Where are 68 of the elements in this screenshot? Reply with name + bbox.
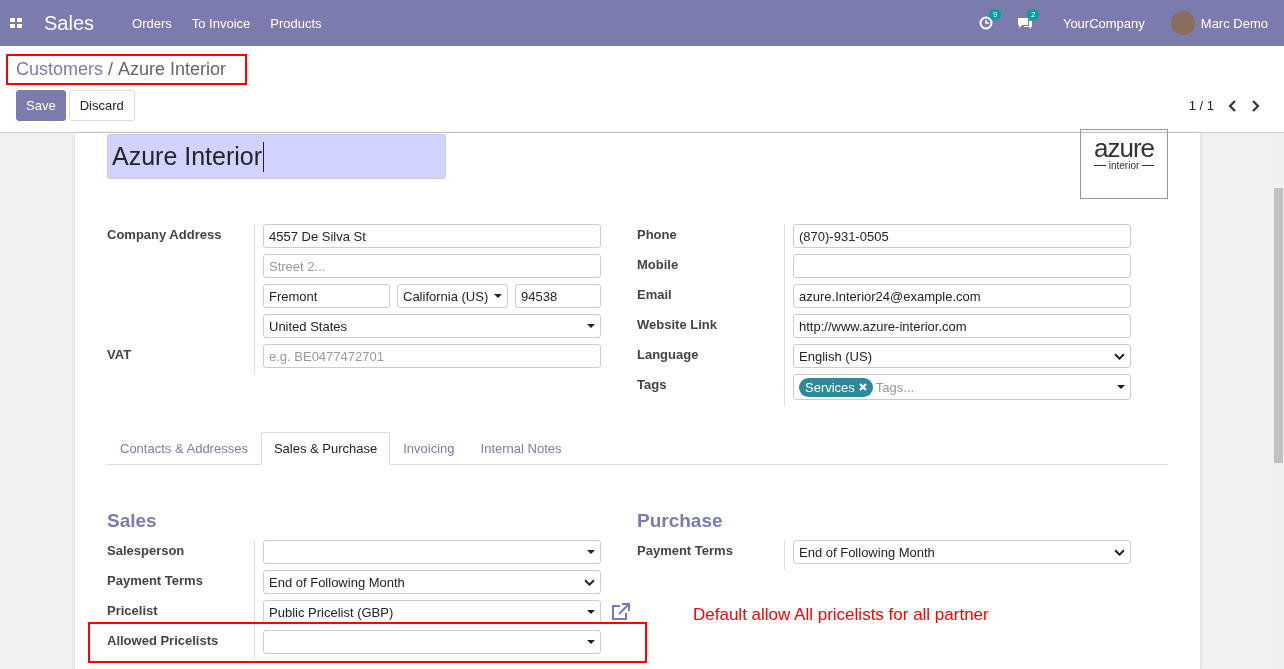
field-label: Email bbox=[637, 287, 672, 302]
chat-icon[interactable] bbox=[1016, 16, 1033, 30]
section-heading: Purchase bbox=[637, 510, 724, 532]
breadcrumb-separator: / bbox=[108, 59, 114, 80]
caret-icon bbox=[587, 640, 595, 644]
name-input-field[interactable]: Azure Interior bbox=[107, 134, 446, 179]
chevron-right-icon[interactable] bbox=[1251, 99, 1260, 112]
tab[interactable]: Contacts & Addresses bbox=[107, 432, 261, 465]
field-label: Website Link bbox=[637, 317, 717, 332]
discard-button[interactable]: Discard bbox=[68, 90, 135, 121]
field-label: Salesperson bbox=[107, 543, 185, 558]
clock-icon[interactable] bbox=[978, 16, 993, 30]
company-switcher[interactable]: YourCompany bbox=[1062, 15, 1145, 31]
text-input-field[interactable] bbox=[793, 254, 1131, 278]
field-label: Language bbox=[637, 347, 699, 362]
field-label: Mobile bbox=[637, 257, 679, 272]
caret-icon bbox=[494, 294, 502, 298]
field-label: Payment Terms bbox=[107, 573, 203, 588]
text-input-field[interactable]: (870)-931-0505 bbox=[793, 224, 1131, 248]
message-count-badge: 2 bbox=[1026, 9, 1040, 20]
field-label: Pricelist bbox=[107, 603, 158, 618]
breadcrumb-current: Azure Interior bbox=[118, 59, 227, 80]
text-input-field[interactable]: Fremont bbox=[263, 284, 390, 308]
tab[interactable]: Internal Notes bbox=[467, 432, 575, 465]
menu-item[interactable]: To Invoice bbox=[191, 15, 251, 31]
caret-icon bbox=[1117, 385, 1125, 389]
section-heading: Sales bbox=[107, 510, 158, 532]
field-label: Payment Terms bbox=[637, 543, 733, 558]
dropdown-field[interactable]: United States bbox=[263, 314, 601, 338]
remove-icon[interactable] bbox=[858, 383, 867, 391]
chevron-left-icon[interactable] bbox=[1228, 99, 1237, 112]
field-label: VAT bbox=[107, 347, 132, 362]
select-field[interactable]: End of Following Month bbox=[263, 570, 601, 594]
pager-counter: 1 / 1 bbox=[1188, 98, 1214, 113]
chevron-down-icon bbox=[1114, 548, 1125, 556]
dropdown-field[interactable] bbox=[263, 540, 601, 564]
text-input-field[interactable]: http://www.azure-interior.com bbox=[793, 314, 1131, 338]
dropdown-field[interactable]: California (US) bbox=[397, 284, 508, 308]
text-input-field[interactable]: azure.Interior24@example.com bbox=[793, 284, 1131, 308]
field-label: Company Address bbox=[107, 227, 222, 242]
company-logo: azure interior bbox=[1080, 129, 1168, 199]
dropdown-field[interactable] bbox=[263, 630, 601, 654]
chevron-down-icon bbox=[1114, 352, 1125, 360]
menu-item[interactable]: Products bbox=[270, 15, 322, 31]
text-input-field[interactable]: 4557 De Silva St bbox=[263, 224, 601, 248]
activity-count-badge: 9 bbox=[988, 9, 1002, 20]
chevron-down-icon bbox=[584, 578, 595, 586]
save-button[interactable]: Save bbox=[16, 90, 66, 121]
breadcrumb-link[interactable]: Customers bbox=[16, 59, 104, 80]
apps-menu-icon[interactable] bbox=[10, 17, 22, 29]
annotation-note: Default allow All pricelists for all partner bbox=[693, 605, 990, 625]
tab[interactable]: Invoicing bbox=[390, 432, 468, 465]
tab[interactable]: Sales & Purchase bbox=[260, 432, 391, 465]
select-field[interactable]: End of Following Month bbox=[793, 540, 1131, 564]
menu-item[interactable]: Orders bbox=[132, 15, 172, 31]
caret-icon bbox=[587, 324, 595, 328]
caret-icon bbox=[587, 610, 595, 614]
app-title[interactable]: Sales bbox=[44, 11, 95, 35]
user-menu[interactable]: Marc Demo bbox=[1200, 15, 1268, 31]
field-label: Tags bbox=[637, 377, 667, 392]
tags-field[interactable]: Services Tags... bbox=[793, 374, 1131, 400]
caret-icon bbox=[587, 550, 595, 554]
tag-chip: Services bbox=[799, 377, 873, 397]
external-link-icon[interactable] bbox=[611, 603, 631, 621]
field-label: Phone bbox=[637, 227, 677, 242]
field-label: Allowed Pricelists bbox=[107, 633, 219, 648]
select-field[interactable]: English (US) bbox=[793, 344, 1131, 368]
text-input-field[interactable]: 94538 bbox=[515, 284, 601, 308]
